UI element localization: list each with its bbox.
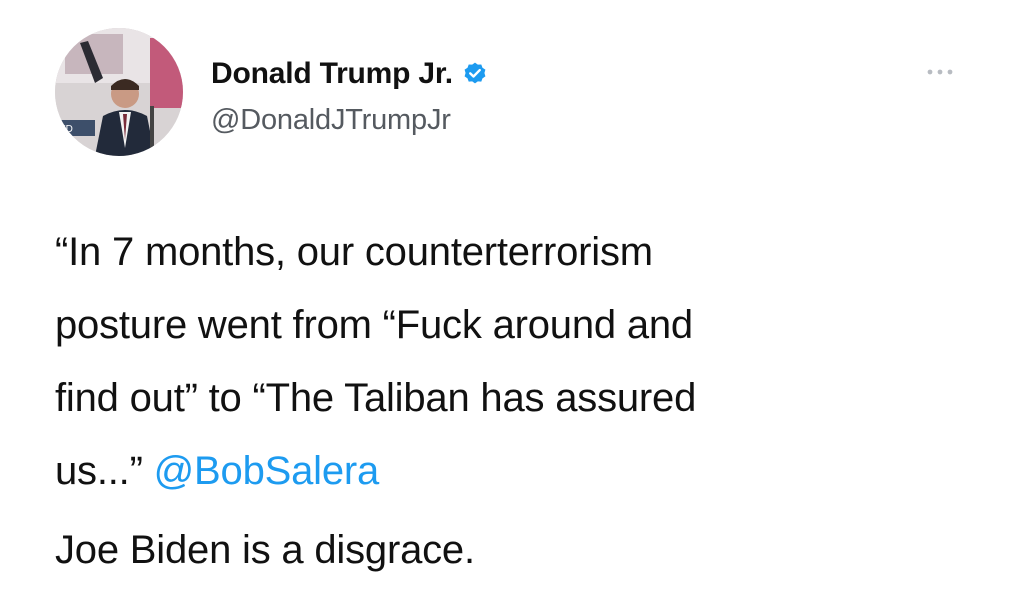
- tweet-card: YD Donald Trump Jr. @DonaldJTrumpJr “In …: [0, 0, 1024, 599]
- avatar-photo-icon: YD: [55, 28, 183, 156]
- tweet-text-line: find out” to “The Taliban has assured: [55, 376, 697, 420]
- more-options-icon[interactable]: [920, 64, 960, 80]
- tweet-text-line-end: us...”: [55, 449, 143, 493]
- tweet-text-line-last: us...” @BobSalera: [55, 435, 985, 508]
- avatar[interactable]: YD: [55, 28, 183, 156]
- tweet-text-line: posture went from “Fuck around and: [55, 303, 693, 347]
- tweet-comment: Joe Biden is a disgrace.: [55, 528, 475, 572]
- author-name-row: Donald Trump Jr.: [211, 55, 488, 93]
- verified-badge-icon: [462, 61, 488, 87]
- author-handle[interactable]: @DonaldJTrumpJr: [211, 104, 451, 137]
- tweet-text: “In 7 months, our counterterrorism postu…: [55, 216, 985, 508]
- tweet-text-line: “In 7 months, our counterterrorism: [55, 230, 653, 274]
- svg-text:YD: YD: [59, 124, 73, 135]
- display-name[interactable]: Donald Trump Jr.: [211, 57, 453, 91]
- mention-link[interactable]: @BobSalera: [154, 449, 380, 493]
